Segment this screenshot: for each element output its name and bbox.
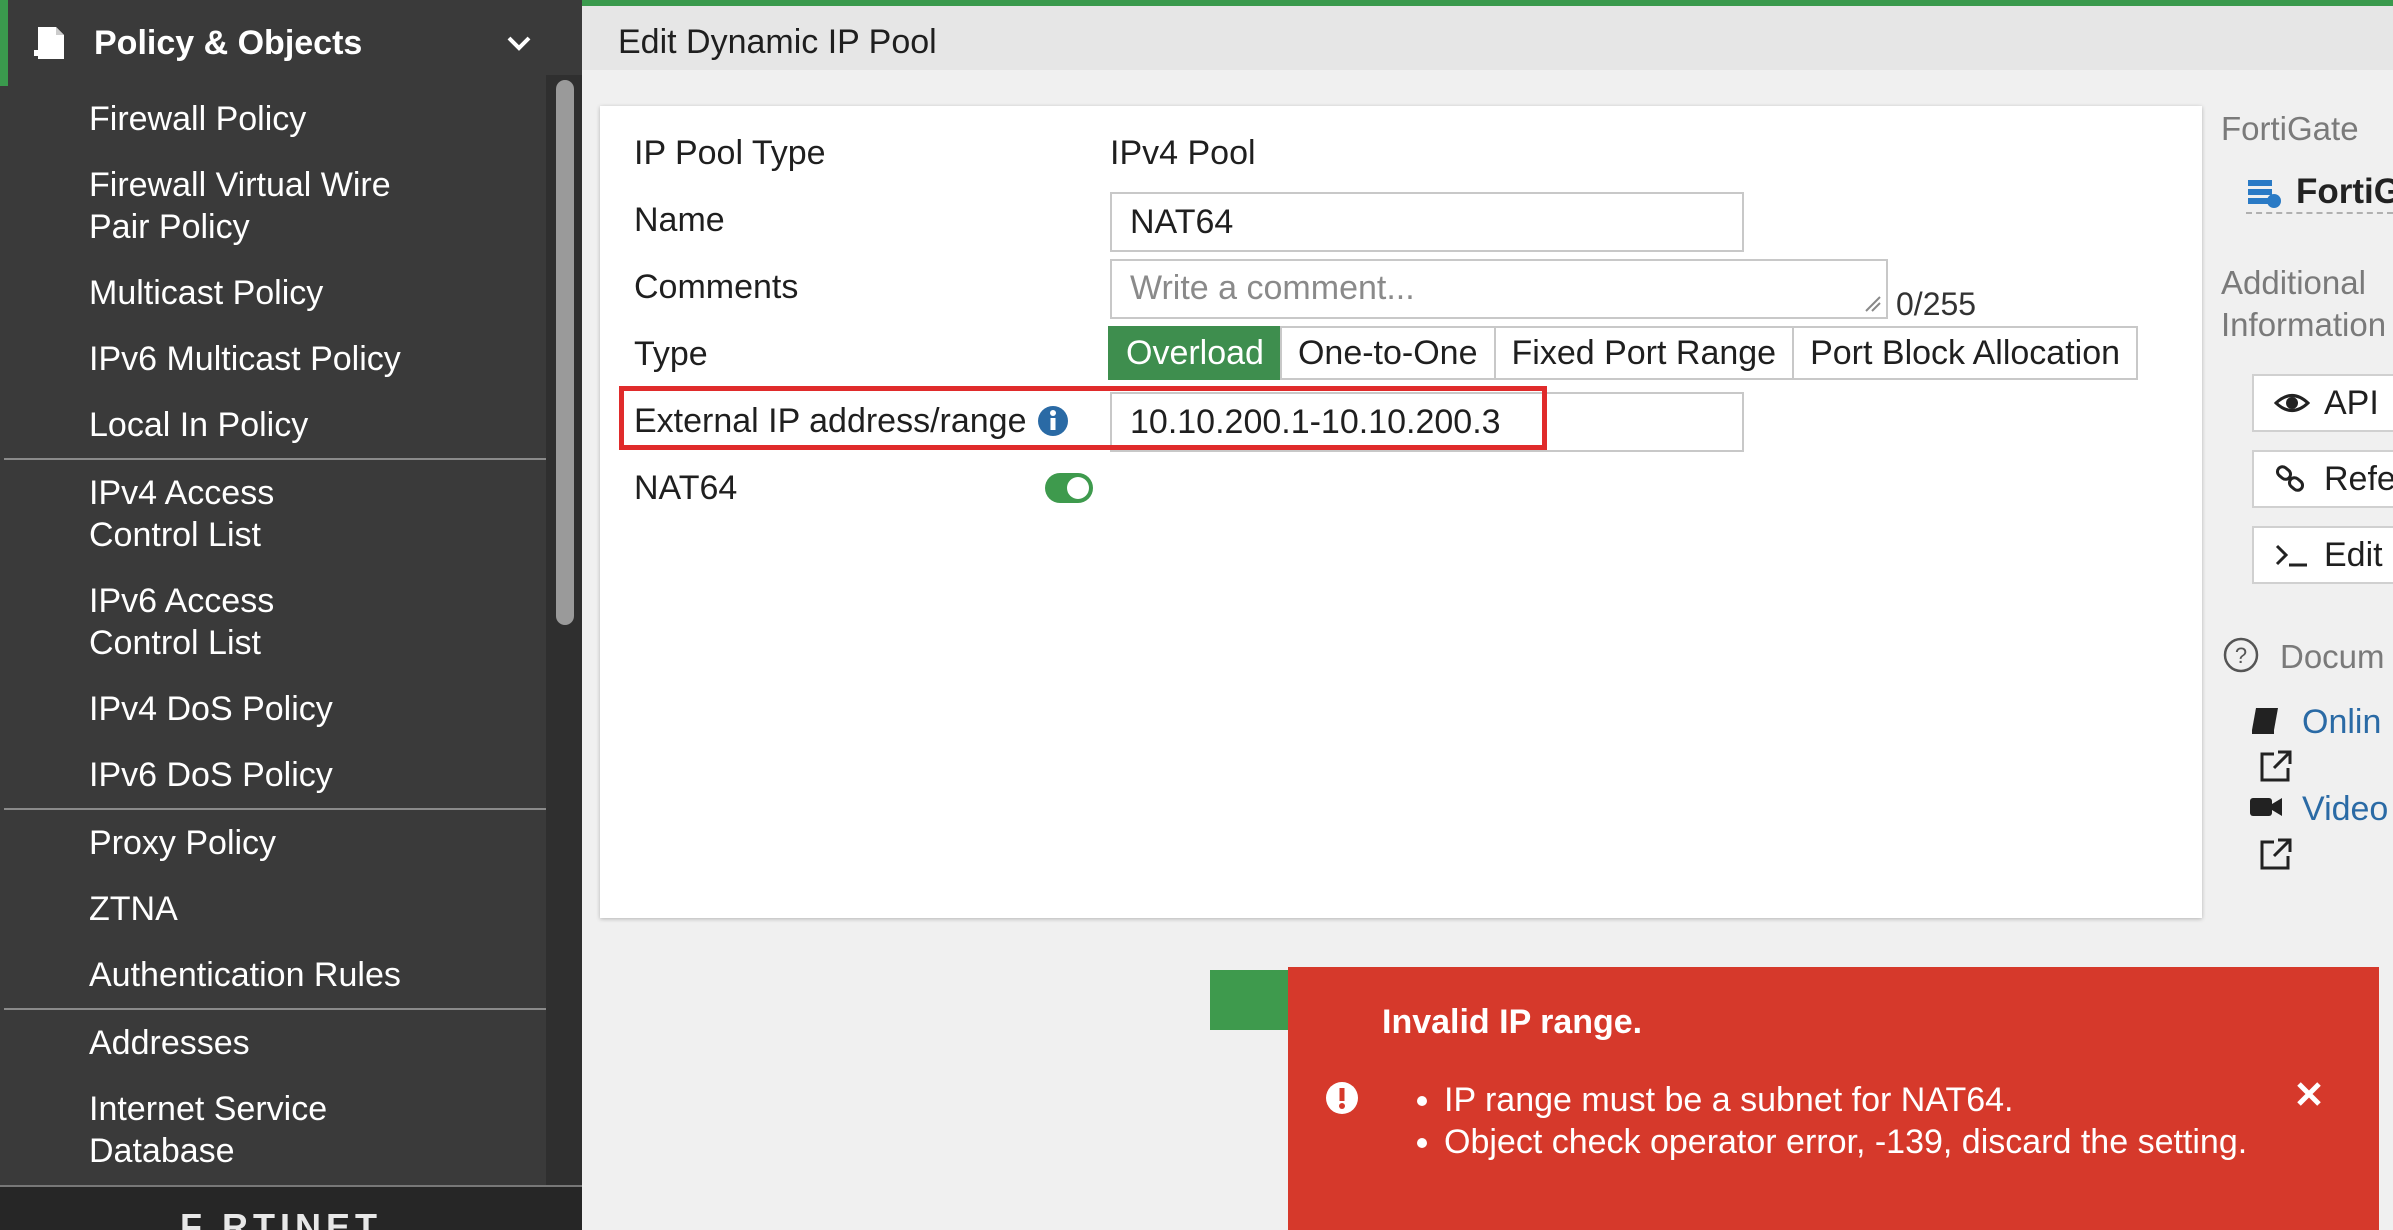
- references-button[interactable]: Refe: [2252, 450, 2393, 508]
- exclamation-circle-icon: [1326, 1082, 1358, 1114]
- ip-pool-type-value: IPv4 Pool: [1110, 134, 1256, 172]
- comments-char-counter: 0/255: [1896, 286, 1977, 322]
- external-link-icon[interactable]: [2258, 836, 2294, 872]
- page-title: Edit Dynamic IP Pool: [582, 6, 2393, 70]
- comments-label: Comments: [634, 268, 799, 306]
- sidebar-item-ztna[interactable]: ZTNA: [0, 876, 546, 942]
- type-option-one-to-one[interactable]: One-to-One: [1279, 326, 1496, 380]
- documentation-heading: Docum: [2280, 638, 2385, 675]
- api-preview-button[interactable]: API: [2252, 374, 2393, 432]
- chevron-down-icon[interactable]: [502, 26, 536, 60]
- document-icon: [32, 24, 76, 62]
- sidebar-item-ipv4-acl[interactable]: IPv4 Access Control List: [0, 460, 409, 568]
- video-camera-icon: [2250, 798, 2282, 816]
- highlight-box: [619, 386, 1547, 450]
- api-preview-label: API: [2324, 384, 2379, 422]
- sidebar-item-local-in-policy[interactable]: Local In Policy: [0, 392, 546, 458]
- sidebar-item-proxy-policy[interactable]: Proxy Policy: [0, 810, 546, 876]
- references-label: Refe: [2324, 460, 2393, 498]
- video-tutorials-link[interactable]: Video: [2302, 790, 2388, 829]
- sidebar-item-ipv4-dos-policy[interactable]: IPv4 DoS Policy: [0, 676, 546, 742]
- sidebar-menu: Firewall Policy Firewall Virtual Wire Pa…: [0, 86, 546, 1184]
- sidebar-item-internet-service-database[interactable]: Internet Service Database: [0, 1076, 409, 1184]
- external-link-icon[interactable]: [2258, 748, 2294, 784]
- toast-message: IP range must be a subnet for NAT64.: [1444, 1079, 2247, 1121]
- resize-handle-icon[interactable]: [1864, 295, 1882, 313]
- sidebar-section-policy-objects[interactable]: Policy & Objects: [8, 0, 546, 86]
- comments-textarea[interactable]: Write a comment...: [1110, 259, 1888, 319]
- fortinet-logo: F RTINET: [180, 1206, 382, 1230]
- additional-info-line2: Information: [2221, 306, 2387, 343]
- sidebar-section-title: Policy & Objects: [94, 23, 363, 62]
- sidebar-item-ipv6-dos-policy[interactable]: IPv6 DoS Policy: [0, 742, 546, 808]
- sidebar-item-addresses[interactable]: Addresses: [0, 1010, 546, 1076]
- toggle-knob: [1067, 477, 1089, 499]
- fortigate-label: FortiGate: [2221, 110, 2359, 147]
- svg-text:?: ?: [2235, 643, 2247, 668]
- nat64-toggle[interactable]: [1045, 473, 1093, 503]
- edit-in-cli-button[interactable]: Edit: [2252, 526, 2393, 584]
- help-circle-icon: ?: [2223, 637, 2259, 673]
- fortigate-device-icon: [2248, 180, 2281, 208]
- online-help-link[interactable]: Onlin: [2302, 703, 2381, 742]
- close-icon[interactable]: [2294, 1079, 2324, 1109]
- eye-icon: [2274, 394, 2310, 412]
- additional-info-line1: Additional: [2221, 264, 2366, 301]
- sidebar-item-ipv6-multicast-policy[interactable]: IPv6 Multicast Policy: [0, 326, 546, 392]
- type-option-port-block-allocation[interactable]: Port Block Allocation: [1792, 326, 2139, 380]
- sidebar: Policy & Objects Firewall Policy Firewal…: [0, 0, 582, 1230]
- name-label: Name: [634, 201, 725, 239]
- link-icon: [2275, 465, 2305, 492]
- sidebar-item-ipv6-acl[interactable]: IPv6 Access Control List: [0, 568, 409, 676]
- additional-information-heading: Additional Information: [2221, 262, 2386, 346]
- book-icon: [2252, 708, 2278, 734]
- toast-message: Object check operator error, -139, disca…: [1444, 1121, 2247, 1163]
- edit-in-cli-label: Edit: [2324, 536, 2383, 574]
- sidebar-active-indicator: [0, 0, 8, 86]
- error-toast: Invalid IP range. IP range must be a sub…: [1288, 967, 2379, 1230]
- sidebar-item-authentication-rules[interactable]: Authentication Rules: [0, 942, 546, 1008]
- comments-placeholder: Write a comment...: [1130, 269, 1415, 307]
- name-input[interactable]: [1110, 192, 1744, 252]
- type-segmented-control: Overload One-to-One Fixed Port Range Por…: [1108, 326, 2139, 380]
- sidebar-item-firewall-policy[interactable]: Firewall Policy: [0, 86, 546, 152]
- terminal-icon: [2275, 544, 2307, 567]
- ip-pool-type-label: IP Pool Type: [634, 134, 826, 172]
- sidebar-scrollbar-thumb[interactable]: [556, 80, 574, 625]
- type-option-fixed-port-range[interactable]: Fixed Port Range: [1493, 326, 1795, 380]
- nat64-label: NAT64: [634, 469, 738, 507]
- sidebar-item-multicast-policy[interactable]: Multicast Policy: [0, 260, 546, 326]
- fortigate-device-name[interactable]: FortiG: [2296, 172, 2393, 212]
- sidebar-item-firewall-virtual-wire-pair-policy[interactable]: Firewall Virtual Wire Pair Policy: [0, 152, 449, 260]
- type-label: Type: [634, 335, 708, 373]
- toast-message-list: IP range must be a subnet for NAT64. Obj…: [1416, 1079, 2247, 1163]
- device-name-underline: [2246, 212, 2393, 214]
- type-option-overload[interactable]: Overload: [1108, 326, 1282, 380]
- toast-title: Invalid IP range.: [1382, 1003, 1643, 1041]
